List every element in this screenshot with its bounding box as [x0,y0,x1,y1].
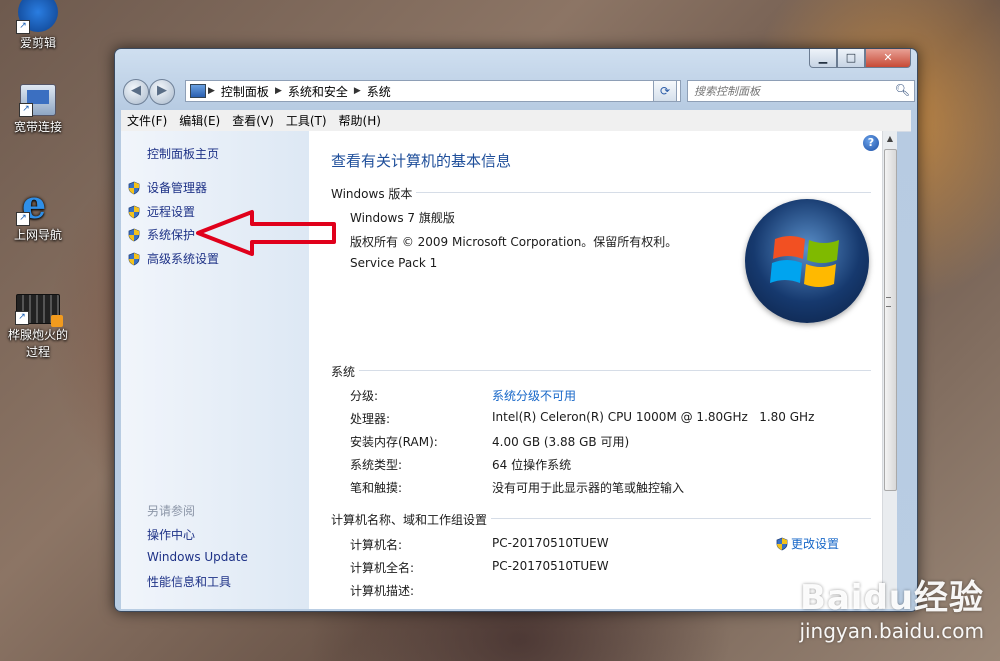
section-header: 计算机名称、域和工作组设置 [331,511,492,528]
scroll-up-icon[interactable]: ▲ [883,131,897,147]
processor-value: Intel(R) Celeron(R) CPU 1000M @ 1.80GHz … [492,410,815,424]
internet-explorer-icon: e ↗ [16,184,58,226]
windows-logo [745,199,869,323]
main-panel: 查看有关计算机的基本信息 Windows 版本 Windows 7 旗舰版 版权… [309,131,883,609]
scroll-grip [886,297,891,307]
windows-flag-icon [770,236,839,287]
computer-name-value: PC-20170510TUEW [492,536,609,550]
desktop-icon-label-line2: 过程 [25,345,50,359]
task-label: 系统保护 [147,228,196,242]
section-header: 系统 [331,363,360,380]
shield-icon [128,181,140,194]
task-system-protection[interactable]: 系统保护 [127,226,195,243]
full-name-label: 计算机全名: [350,561,415,575]
breadcrumb-separator-icon: ▶ [208,86,215,96]
full-name-value: PC-20170510TUEW [492,559,609,573]
video-file-icon: ↗ [15,294,63,327]
system-type-label: 系统类型: [350,458,403,472]
menu-edit[interactable]: 编辑(E) [173,112,226,129]
section-system: 系统 [331,363,871,380]
annotation-arrow-icon [196,210,336,256]
video-editor-icon: ↗ [16,0,58,34]
menu-view[interactable]: 查看(V) [226,112,280,129]
shield-icon [776,537,788,550]
control-panel-home-link[interactable]: 控制面板主页 [147,145,219,162]
service-pack: Service Pack 1 [350,256,438,270]
shield-icon [128,205,140,218]
page-title: 查看有关计算机的基本信息 [331,152,512,170]
change-settings-link[interactable]: 更改设置 [775,535,839,552]
breadcrumb-system-security[interactable]: 系统和安全 [284,83,352,100]
close-button[interactable]: ✕ [865,49,911,68]
baidu-watermark: Baidu经验 jingyan.baidu.com [799,570,984,643]
caption-buttons: ▁ □ ✕ [809,49,911,68]
task-label: 设备管理器 [147,181,208,195]
desktop-icon-ie[interactable]: e ↗ 上网导航 [0,184,76,243]
watermark-url: jingyan.baidu.com [799,619,984,643]
divider [331,370,871,371]
desktop-icon-broadband[interactable]: ↗ 宽带连接 [0,84,76,135]
section-computer-name: 计算机名称、域和工作组设置 [331,511,871,528]
processor-label: 处理器: [350,412,391,426]
control-panel-icon [190,84,206,98]
minimize-button[interactable]: ▁ [809,49,837,68]
see-also-heading: 另请参阅 [147,504,196,518]
search-box[interactable]: 🔍︎ [687,80,915,102]
breadcrumb-separator-icon: ▶ [353,86,361,96]
search-icon[interactable]: 🔍︎ [895,83,910,97]
change-settings-label: 更改设置 [791,537,840,551]
back-button[interactable]: ◀ [123,79,149,105]
task-remote-settings[interactable]: 远程设置 [127,203,195,220]
shield-icon [128,228,140,241]
vertical-scrollbar[interactable]: ▲ [882,131,897,609]
desktop-icon-label: 桦腺炮火的 [7,328,68,342]
desktop-icon-label: 爱剪辑 [19,36,56,50]
maximize-button[interactable]: □ [837,49,865,68]
menu-help[interactable]: 帮助(H) [333,112,387,129]
breadcrumb-control-panel[interactable]: 控制面板 [217,83,273,100]
see-also-performance[interactable]: 性能信息和工具 [147,573,231,590]
desktop-icon-video-editor[interactable]: ↗ 爱剪辑 [0,0,76,51]
menu-file[interactable]: 文件(F) [121,112,173,129]
edition-name: Windows 7 旗舰版 [350,211,455,225]
breadcrumb-separator-icon: ▶ [274,86,282,96]
section-windows-edition: Windows 版本 [331,185,871,202]
pen-touch-label: 笔和触摸: [350,481,403,495]
computer-name-label: 计算机名: [350,538,403,552]
left-pane: 控制面板主页 设备管理器 远程设置 系统保护 高级系统设置 另请参阅 操作中心 … [121,131,309,609]
desktop-icon-label: 上网导航 [13,228,62,242]
watermark-brand: Baidu经验 [799,578,984,618]
ram-value: 4.00 GB (3.88 GB 可用) [492,435,630,449]
task-label: 远程设置 [147,205,196,219]
ram-label: 安装内存(RAM): [350,435,438,449]
network-connection-icon: ↗ [19,84,56,117]
rating-label: 分级: [350,389,379,403]
description-label: 计算机描述: [350,584,415,598]
address-bar[interactable]: ▶ 控制面板 ▶ 系统和安全 ▶ 系统 ▼ [185,80,681,102]
see-also-windows-update[interactable]: Windows Update [147,550,248,564]
shield-icon [128,252,140,265]
task-device-manager[interactable]: 设备管理器 [127,179,207,196]
rating-link[interactable]: 系统分级不可用 [492,387,576,404]
system-window: ▁ □ ✕ ◀ ▶ ▶ 控制面板 ▶ 系统和安全 ▶ 系统 ▼ ⟳ 🔍︎ 文件(… [114,48,918,612]
see-also-action-center[interactable]: 操作中心 [147,526,195,543]
help-icon[interactable]: ? [863,135,879,151]
copyright-text: 版权所有 © 2009 Microsoft Corporation。保留所有权利… [350,235,678,249]
pen-touch-value: 没有可用于此显示器的笔或触控输入 [492,481,685,495]
refresh-button[interactable]: ⟳ [653,80,677,102]
system-type-value: 64 位操作系统 [492,458,572,472]
content-area: 控制面板主页 设备管理器 远程设置 系统保护 高级系统设置 另请参阅 操作中心 … [121,131,897,609]
section-header: Windows 版本 [331,185,417,202]
menu-bar: 文件(F) 编辑(E) 查看(V) 工具(T) 帮助(H) [121,110,911,132]
search-input[interactable] [692,81,896,101]
desktop-icon-video-file[interactable]: ↗ 桦腺炮火的 过程 [0,294,76,360]
scroll-thumb[interactable] [884,149,897,491]
menu-tools[interactable]: 工具(T) [280,112,333,129]
desktop-icon-label: 宽带连接 [13,120,62,134]
address-row: ◀ ▶ ▶ 控制面板 ▶ 系统和安全 ▶ 系统 ▼ ⟳ 🔍︎ [121,77,915,105]
forward-button[interactable]: ▶ [149,79,175,105]
breadcrumb-system[interactable]: 系统 [363,83,395,100]
